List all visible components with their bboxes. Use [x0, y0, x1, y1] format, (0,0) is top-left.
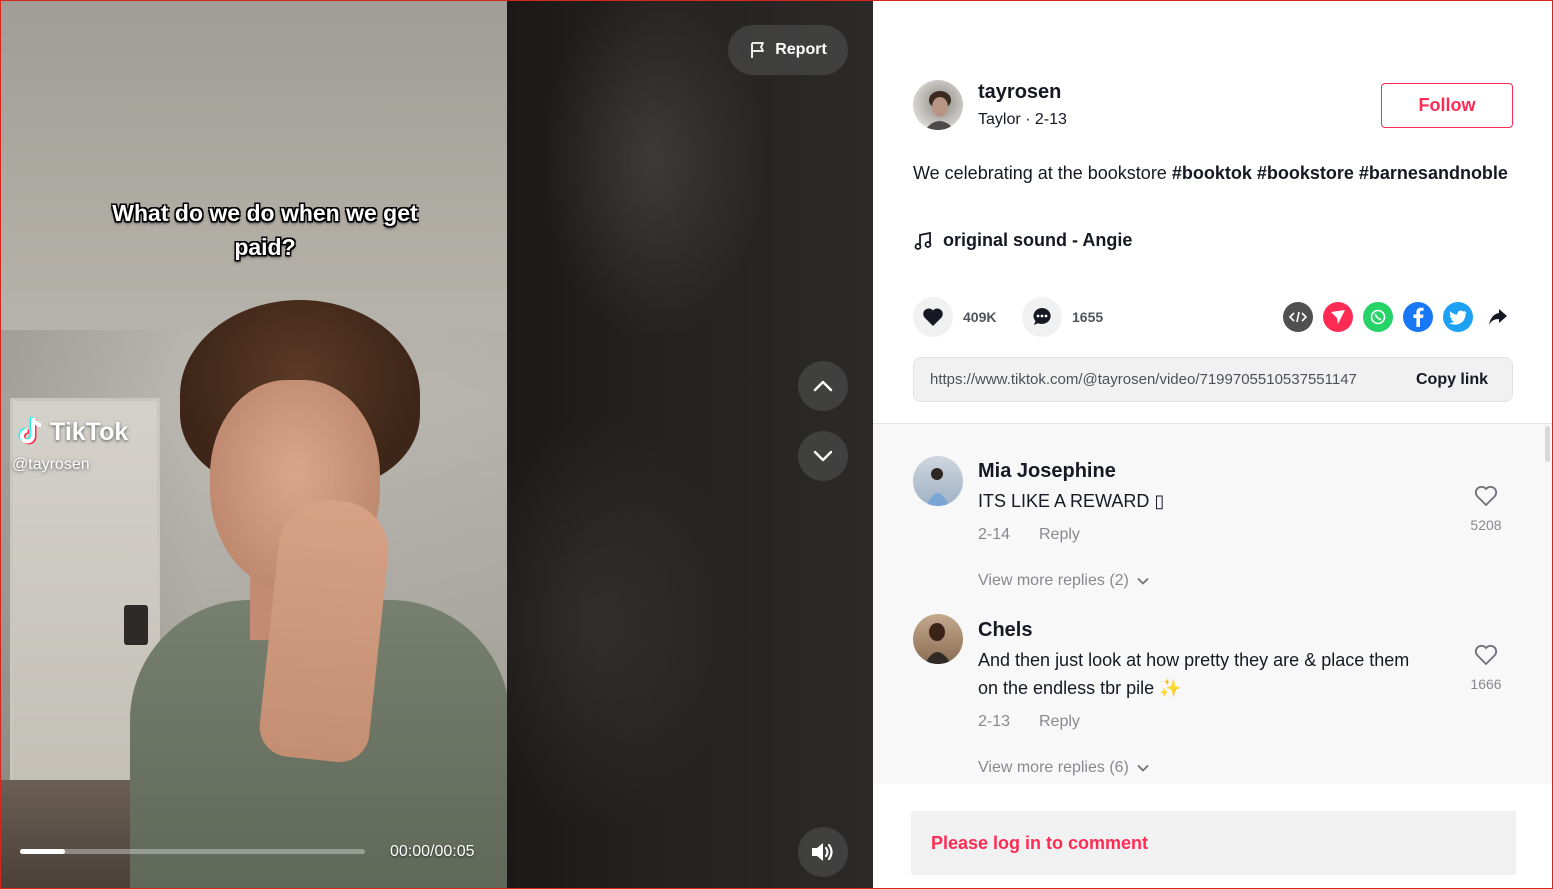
whatsapp-icon[interactable]: [1363, 302, 1393, 332]
hashtag-link[interactable]: #booktok: [1172, 163, 1252, 183]
comment-count: 1655: [1072, 309, 1104, 325]
author-avatar[interactable]: [913, 80, 963, 130]
like-button[interactable]: [913, 297, 953, 337]
video-description: We celebrating at the bookstore #booktok…: [913, 159, 1513, 187]
hashtag-link[interactable]: #barnesandnoble: [1359, 163, 1508, 183]
heart-outline-icon: [1474, 644, 1498, 666]
view-more-replies-label: View more replies (2): [978, 572, 1129, 589]
view-more-replies-label: View more replies (6): [978, 759, 1129, 776]
share-arrow-icon[interactable]: [1483, 302, 1513, 332]
comment-like[interactable]: 5208: [1453, 485, 1519, 533]
video-area[interactable]: What do we do when we get paid? TikTok @…: [0, 0, 873, 889]
video-player[interactable]: What do we do when we get paid? TikTok @…: [0, 0, 507, 889]
music-title: original sound - Angie: [943, 230, 1133, 250]
video-progress-bar[interactable]: [20, 849, 365, 854]
view-more-replies[interactable]: View more replies (2): [978, 572, 1149, 590]
video-scene-door-handle: [124, 605, 148, 645]
description-text: We celebrating at the bookstore: [913, 163, 1172, 183]
twitter-icon[interactable]: [1443, 302, 1473, 332]
like-action[interactable]: 409K: [913, 297, 996, 337]
heart-icon: [923, 308, 943, 326]
volume-icon: [812, 843, 833, 861]
comment-date: 2-13: [978, 713, 1011, 730]
login-to-comment-link[interactable]: Please log in to comment: [931, 833, 1148, 854]
chevron-down-icon: [1137, 764, 1149, 772]
like-count: 409K: [963, 309, 997, 325]
author-avatar-image: [925, 91, 955, 130]
comment-action[interactable]: 1655: [1022, 297, 1103, 337]
view-more-replies[interactable]: View more replies (6): [978, 759, 1149, 777]
comment-avatar[interactable]: [913, 614, 963, 664]
comment-bubble-icon: [1033, 308, 1051, 325]
heart-outline-icon: [1474, 485, 1498, 507]
report-button[interactable]: Report: [728, 25, 848, 75]
comment-text: And then just look at how pretty they ar…: [978, 650, 1410, 698]
music-note-icon: [914, 231, 932, 250]
copy-link-box: https://www.tiktok.com/@tayrosen/video/7…: [913, 357, 1513, 402]
chevron-down-icon: [813, 450, 833, 462]
detail-panel: tayrosen Taylor · 2-13 Follow We celebra…: [873, 0, 1553, 889]
comment-list-scrollbar[interactable]: [1545, 426, 1550, 462]
chevron-down-icon: [1137, 577, 1149, 585]
comment-avatar-image: [925, 623, 951, 664]
comment-text: ITS LIKE A REWARD ▯: [978, 491, 1165, 511]
music-link[interactable]: original sound - Angie: [913, 230, 1132, 251]
tiktok-watermark: TikTok: [16, 416, 128, 448]
comment-reply-button[interactable]: Reply: [1039, 713, 1080, 731]
author-username[interactable]: tayrosen: [978, 81, 1061, 104]
share-row: [1283, 302, 1513, 332]
embed-icon[interactable]: [1283, 302, 1313, 332]
previous-video-button[interactable]: [798, 361, 848, 411]
comment-like[interactable]: 1666: [1453, 644, 1519, 692]
comment-avatar[interactable]: [913, 456, 963, 506]
comment-like-count: 1666: [1470, 676, 1502, 692]
chevron-up-icon: [813, 380, 833, 392]
hashtag-link[interactable]: #bookstore: [1257, 163, 1354, 183]
comment-reply-button[interactable]: Reply: [1039, 526, 1080, 544]
comment-button[interactable]: [1022, 297, 1062, 337]
comment-login-prompt[interactable]: Please log in to comment: [911, 811, 1516, 875]
next-video-button[interactable]: [798, 431, 848, 481]
tiktok-logo-icon: [18, 417, 42, 445]
follow-button[interactable]: Follow: [1381, 83, 1513, 128]
comment-date: 2-14: [978, 526, 1011, 543]
comment-list[interactable]: Mia Josephine ITS LIKE A REWARD ▯ 2-14 R…: [873, 423, 1553, 784]
facebook-icon[interactable]: [1403, 302, 1433, 332]
video-progress-fill: [20, 849, 65, 854]
author-nickname-date: Taylor · 2-13: [978, 111, 1067, 128]
copy-link-button[interactable]: Copy link: [1392, 371, 1512, 389]
comment-author[interactable]: Mia Josephine: [978, 460, 1116, 483]
comment-avatar-image: [927, 468, 949, 506]
video-time: 00:00/00:05: [390, 843, 475, 860]
video-url[interactable]: https://www.tiktok.com/@tayrosen/video/7…: [914, 371, 1392, 388]
video-caption: What do we do when we get paid?: [112, 200, 418, 260]
send-to-friends-icon[interactable]: [1323, 302, 1353, 332]
flag-icon: [751, 42, 765, 58]
comment-like-count: 5208: [1470, 517, 1502, 533]
tiktok-watermark-handle: @tayrosen: [12, 456, 90, 473]
comment-author[interactable]: Chels: [978, 619, 1032, 642]
tiktok-watermark-text: TikTok: [50, 417, 129, 446]
volume-button[interactable]: [798, 827, 848, 877]
report-label: Report: [775, 41, 827, 58]
